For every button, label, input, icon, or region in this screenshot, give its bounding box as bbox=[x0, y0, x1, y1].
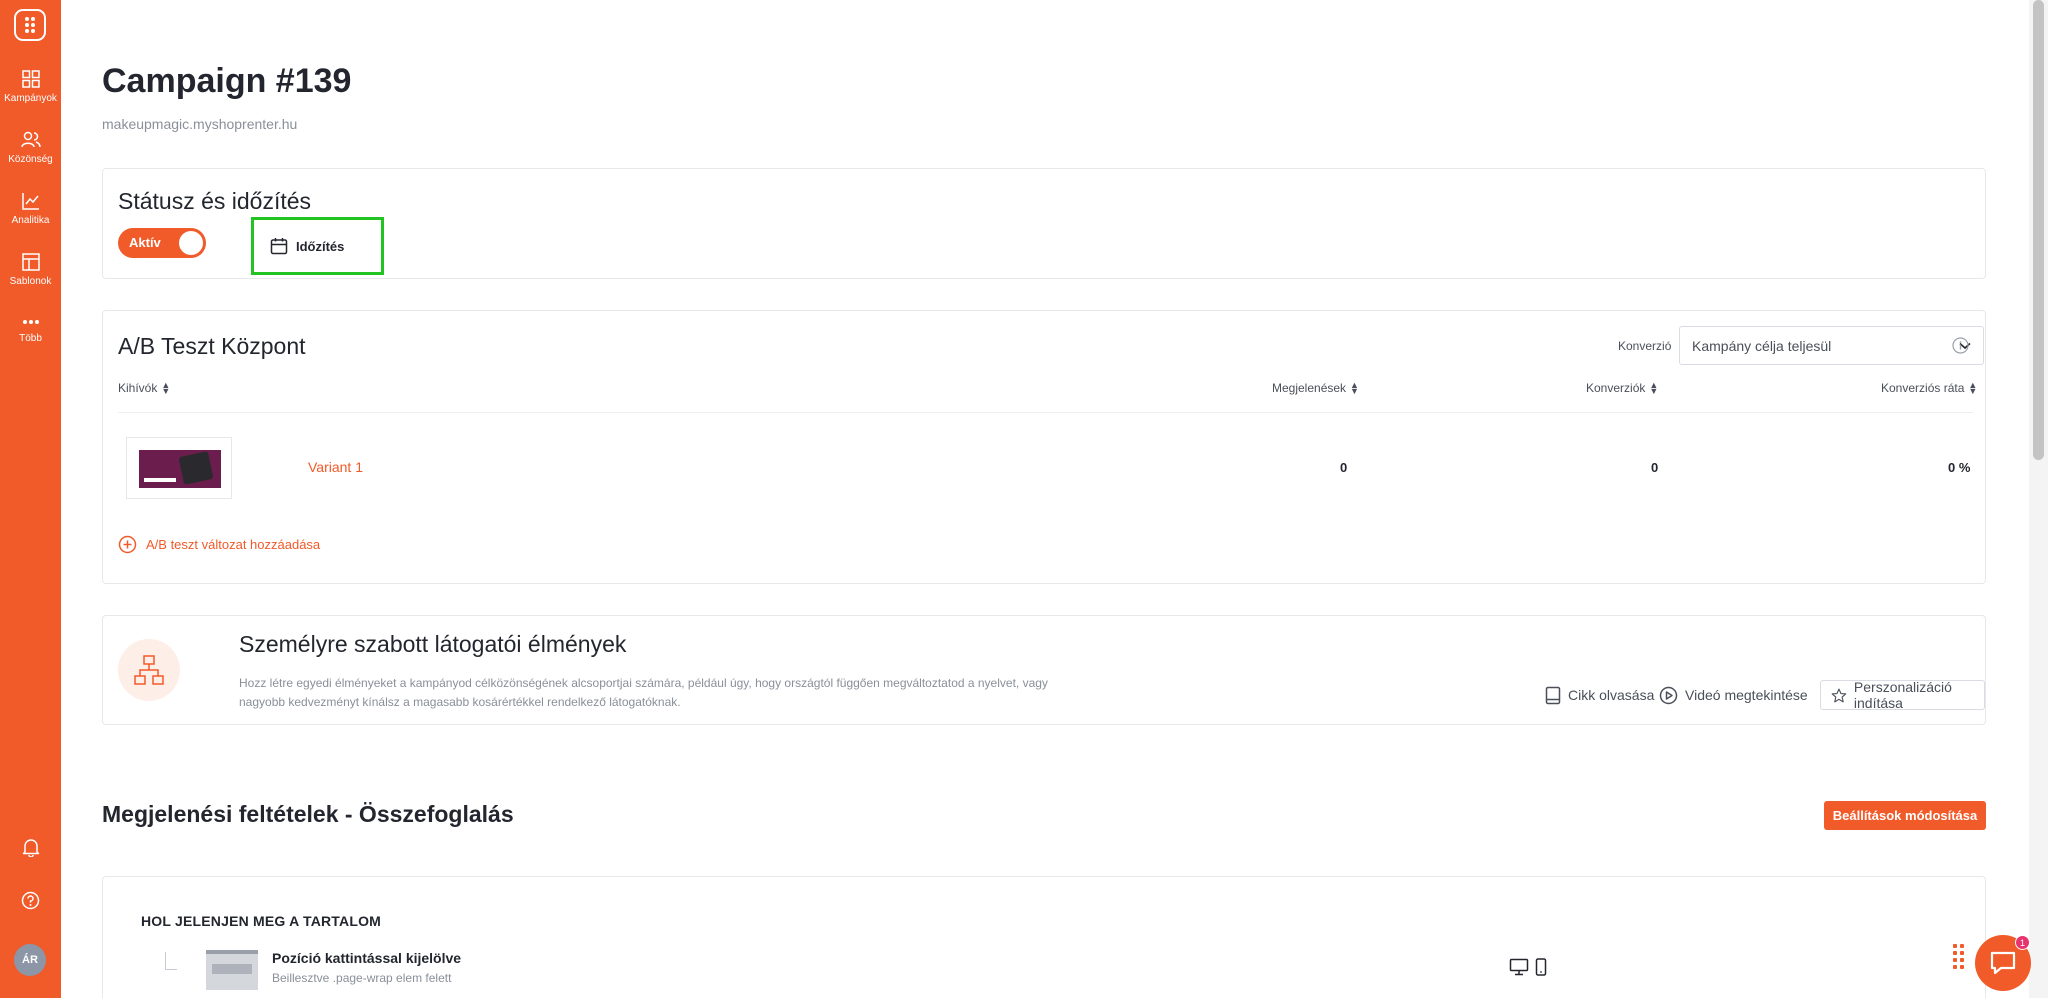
tree-connector bbox=[165, 952, 177, 970]
page-title: Campaign #139 bbox=[102, 62, 352, 100]
chat-drag-handle[interactable] bbox=[1953, 944, 1964, 969]
personalization-description: Hozz létre egyedi élményeket a kampányod… bbox=[239, 676, 1048, 709]
start-personalization-button[interactable]: Perszonalizáció indítása bbox=[1820, 679, 1985, 711]
personalization-title: Személyre szabott látogatói élmények bbox=[239, 631, 627, 657]
play-circle-icon bbox=[1659, 686, 1678, 704]
status-card: Státusz és időzítés Aktív Időzítés bbox=[102, 168, 1986, 279]
info-icon[interactable] bbox=[1952, 337, 1969, 354]
sidebar-item-label: Több bbox=[19, 333, 42, 344]
scrollbar-thumb[interactable] bbox=[2033, 0, 2044, 460]
column-header-label: Konverziós ráta bbox=[1881, 381, 1965, 395]
column-header-conversions[interactable]: Konverziók ▲ ▼ bbox=[1586, 380, 1659, 396]
star-icon bbox=[1831, 688, 1847, 702]
book-icon bbox=[1545, 686, 1561, 704]
variant-link[interactable]: Variant 1 bbox=[308, 459, 363, 475]
avatar[interactable]: ÁR bbox=[14, 944, 46, 976]
toggle-knob bbox=[179, 231, 203, 255]
mobile-icon bbox=[1535, 958, 1547, 976]
schedule-label: Időzítés bbox=[296, 238, 345, 254]
calendar-icon bbox=[270, 238, 288, 255]
conversion-select-value: Kampány célja teljesül bbox=[1692, 337, 1832, 354]
plus-circle-icon bbox=[118, 535, 137, 554]
status-card-title: Státusz és időzítés bbox=[118, 188, 312, 214]
sort-icon: ▲ ▼ bbox=[1350, 380, 1359, 396]
add-variant-button[interactable]: A/B teszt változat hozzáadása bbox=[118, 535, 320, 554]
sidebar-item-label: Kampányok bbox=[4, 93, 57, 104]
header-divider bbox=[118, 412, 1973, 413]
sidebar-item-label: Közönség bbox=[8, 154, 53, 165]
personalization-card: Személyre szabott látogatói élmények Hoz… bbox=[102, 615, 1986, 725]
summary-title: Megjelenési feltételek - Összefoglalás bbox=[102, 801, 514, 827]
sidebar-item-audience[interactable]: Közönség bbox=[0, 131, 61, 166]
sort-icon: ▲ ▼ bbox=[1649, 380, 1659, 396]
read-article-button[interactable]: Cikk olvasása bbox=[1545, 680, 1654, 710]
ab-test-card: A/B Teszt Központ Konverzió Kampány célj… bbox=[102, 310, 1986, 584]
column-header-impressions[interactable]: Megjelenések ▲ ▼ bbox=[1272, 380, 1359, 396]
main-content: Campaign #139 makeupmagic.myshoprenter.h… bbox=[61, 0, 2029, 998]
column-header-rate[interactable]: Konverziós ráta ▲ ▼ bbox=[1881, 380, 1978, 396]
variant-thumbnail[interactable] bbox=[126, 437, 232, 499]
variant-conversions: 0 bbox=[1651, 460, 1659, 475]
position-thumbnail bbox=[206, 950, 258, 990]
conversion-label: Konverzió bbox=[1618, 339, 1672, 353]
hierarchy-icon bbox=[134, 655, 164, 685]
chat-icon bbox=[1990, 951, 2016, 975]
sidebar-item-more[interactable]: Több bbox=[0, 316, 61, 345]
desktop-icon bbox=[1509, 958, 1529, 976]
column-header-label: Konverziók bbox=[1586, 381, 1646, 395]
position-subtitle: Beillesztve .page-wrap elem felett bbox=[272, 971, 452, 985]
grid-icon bbox=[21, 70, 40, 88]
sidebar-item-label: Analitika bbox=[11, 215, 50, 226]
notifications-button[interactable] bbox=[0, 838, 61, 857]
app-logo[interactable] bbox=[14, 9, 46, 41]
watch-video-button[interactable]: Videó megtekintése bbox=[1659, 680, 1808, 710]
sort-icon: ▲ ▼ bbox=[161, 380, 171, 396]
column-header-challengers[interactable]: Kihívók ▲ ▼ bbox=[118, 380, 171, 396]
column-header-label: Megjelenések bbox=[1272, 381, 1347, 395]
logo-dots-icon bbox=[25, 17, 35, 33]
page-subtitle: makeupmagic.myshoprenter.hu bbox=[102, 116, 298, 132]
ab-card-title: A/B Teszt Központ bbox=[118, 333, 306, 359]
layout-icon bbox=[21, 253, 40, 271]
active-toggle[interactable]: Aktív bbox=[118, 228, 206, 258]
schedule-button[interactable]: Időzítés bbox=[251, 217, 384, 275]
variant-rate: 0 % bbox=[1948, 460, 1971, 475]
bell-icon bbox=[22, 839, 39, 857]
toggle-label: Aktív bbox=[129, 235, 161, 250]
more-dots-icon bbox=[22, 320, 39, 324]
watch-video-label: Videó megtekintése bbox=[1685, 687, 1808, 703]
users-icon bbox=[20, 131, 41, 148]
help-icon bbox=[21, 891, 40, 910]
sidebar-item-campaigns[interactable]: Kampányok bbox=[0, 70, 61, 105]
start-personalization-label: Perszonalizáció indítása bbox=[1853, 679, 1952, 711]
position-title: Pozíció kattintással kijelölve bbox=[272, 950, 462, 966]
read-article-label: Cikk olvasása bbox=[1568, 687, 1655, 703]
where-title: HOL JELENJEN MEG A TARTALOM bbox=[141, 913, 382, 929]
help-button[interactable] bbox=[0, 891, 61, 910]
column-header-label: Kihívók bbox=[118, 381, 158, 395]
device-icons bbox=[1509, 958, 1547, 976]
sidebar-item-label: Sablonok bbox=[9, 276, 52, 287]
personalization-icon bbox=[118, 639, 180, 701]
variant-impressions: 0 bbox=[1340, 460, 1348, 475]
sort-icon: ▲ ▼ bbox=[1968, 380, 1978, 396]
sidebar: Kampányok Közönség Analitika Sablonok Tö… bbox=[0, 0, 61, 998]
sidebar-item-analytics[interactable]: Analitika bbox=[0, 192, 61, 227]
conversion-select[interactable]: Kampány célja teljesül bbox=[1679, 326, 1984, 365]
add-variant-label: A/B teszt változat hozzáadása bbox=[146, 537, 321, 552]
chat-badge: 1 bbox=[2015, 935, 2030, 950]
sidebar-item-templates[interactable]: Sablonok bbox=[0, 253, 61, 288]
edit-settings-button[interactable]: Beállítások módosítása bbox=[1824, 801, 1986, 830]
chart-line-icon bbox=[21, 193, 39, 210]
